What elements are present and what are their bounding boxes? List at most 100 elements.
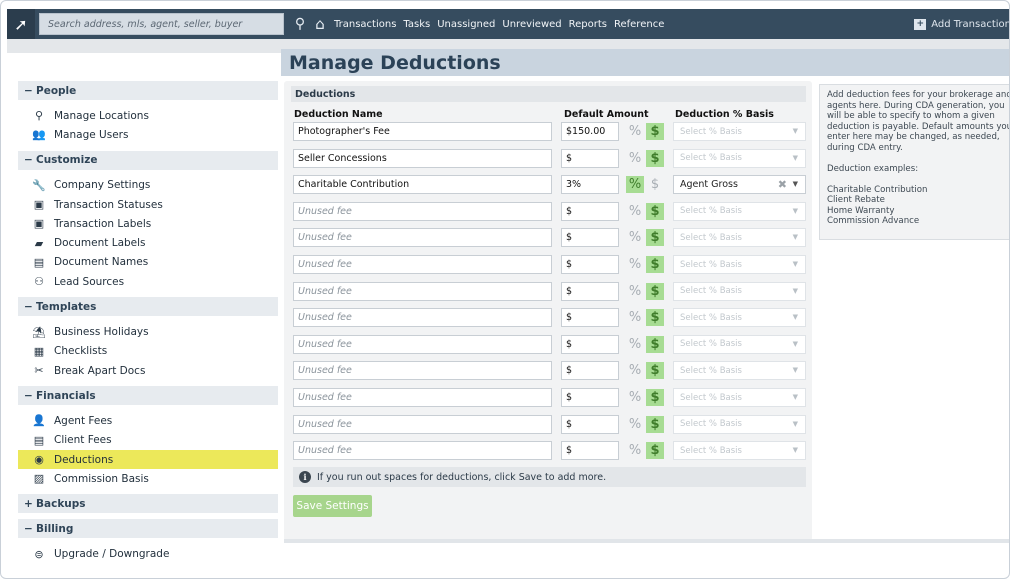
clear-selection-icon[interactable]: ✖ [778, 178, 787, 191]
dollar-toggle-icon[interactable]: $ [646, 202, 664, 220]
deduction-name-input[interactable]: Charitable Contribution [293, 175, 552, 195]
sidebar-section-financials[interactable]: − Financials [18, 386, 278, 406]
sidebar-section-billing[interactable]: − Billing [18, 519, 278, 539]
deduction-name-input[interactable]: Unused fee [293, 361, 552, 381]
default-amount-input[interactable]: $150.00 [561, 122, 619, 141]
deduction-name-input[interactable]: Unused fee [293, 255, 552, 274]
percent-toggle-icon[interactable]: % [626, 389, 644, 406]
default-amount-input[interactable]: $ [561, 201, 619, 221]
add-transaction-button[interactable]: + Add Transaction [914, 9, 1009, 39]
percent-basis-select[interactable]: Select % Basis ▼ [673, 201, 806, 221]
sidebar-section-people[interactable]: − People [18, 81, 278, 100]
nav-transactions[interactable]: Transactions [334, 19, 396, 30]
default-amount-input[interactable]: $ [561, 281, 619, 301]
nav-reports[interactable]: Reports [569, 19, 607, 30]
home-icon[interactable]: ⌂ [310, 13, 330, 35]
percent-basis-select[interactable]: Select % Basis ▼ [673, 281, 806, 301]
sidebar-item-transaction-labels[interactable]: ▣ Transaction Labels [18, 214, 278, 233]
percent-toggle-icon[interactable]: % [626, 256, 644, 273]
percent-basis-select[interactable]: Select % Basis ▼ [673, 388, 806, 407]
deduction-name-input[interactable]: Unused fee [293, 388, 552, 407]
sidebar-item-transaction-statuses[interactable]: ▣ Transaction Statuses [18, 195, 278, 214]
percent-basis-select[interactable]: Select % Basis ▼ [673, 122, 806, 141]
sidebar-item-checklists[interactable]: ▦ Checklists [18, 342, 278, 361]
percent-basis-select[interactable]: Select % Basis ▼ [673, 255, 806, 274]
dollar-toggle-icon[interactable]: $ [646, 176, 664, 193]
percent-basis-select[interactable]: Agent Gross ✖ ▼ [673, 175, 806, 195]
sidebar-section-templates[interactable]: − Templates [18, 297, 278, 317]
dollar-toggle-icon[interactable]: $ [646, 256, 664, 273]
deduction-name-input[interactable]: Unused fee [293, 281, 552, 301]
default-amount-input[interactable]: $ [561, 148, 619, 168]
deduction-name-input[interactable]: Seller Concessions [293, 148, 552, 168]
dollar-toggle-icon[interactable]: $ [646, 123, 664, 140]
percent-basis-select[interactable]: Select % Basis ▼ [673, 308, 806, 328]
sidebar-item-client-fees[interactable]: ▤ Client Fees [18, 431, 278, 450]
sidebar-item-deductions[interactable]: ◉ Deductions [18, 449, 278, 470]
dollar-toggle-icon[interactable]: $ [646, 309, 664, 327]
search-icon[interactable]: ⚲ [290, 13, 310, 35]
deduction-name-input[interactable]: Unused fee [293, 228, 552, 248]
percent-toggle-icon[interactable]: % [626, 309, 644, 326]
percent-toggle-icon[interactable]: % [626, 150, 644, 167]
default-amount-input[interactable]: $ [561, 255, 619, 274]
deduction-name-input[interactable]: Unused fee [293, 334, 552, 354]
percent-toggle-icon[interactable]: % [626, 203, 644, 220]
default-amount-input[interactable]: 3% [561, 175, 619, 195]
percent-basis-select[interactable]: Select % Basis ▼ [673, 414, 806, 434]
dollar-toggle-icon[interactable]: $ [646, 335, 664, 353]
sidebar-item-company-settings[interactable]: 🔧 Company Settings [18, 176, 278, 195]
default-amount-input[interactable]: $ [561, 414, 619, 434]
percent-toggle-icon[interactable]: % [626, 229, 644, 246]
dollar-toggle-icon[interactable]: $ [646, 282, 664, 300]
percent-toggle-icon[interactable]: % [626, 442, 644, 459]
sidebar-item-break-apart-docs[interactable]: ✂ Break Apart Docs [18, 361, 278, 380]
sidebar-item-lead-sources[interactable]: ⚇ Lead Sources [18, 272, 278, 291]
dollar-toggle-icon[interactable]: $ [646, 415, 664, 433]
percent-toggle-icon[interactable]: % [626, 283, 644, 300]
deduction-name-input[interactable]: Unused fee [293, 414, 552, 434]
nav-tasks[interactable]: Tasks [403, 19, 430, 30]
sidebar-item-business-holidays[interactable]: ⛱ Business Holidays [18, 322, 278, 341]
percent-basis-select[interactable]: Select % Basis ▼ [673, 334, 806, 354]
dollar-toggle-icon[interactable]: $ [646, 149, 664, 167]
sidebar-item-agent-fees[interactable]: 👤 Agent Fees [18, 411, 278, 430]
sidebar-item-manage-locations[interactable]: ⚲ Manage Locations [18, 106, 278, 125]
sidebar-section-backups[interactable]: + Backups [18, 494, 278, 514]
nav-reference[interactable]: Reference [614, 19, 664, 30]
percent-basis-select[interactable]: Select % Basis ▼ [673, 441, 806, 461]
deduction-name-input[interactable]: Unused fee [293, 201, 552, 221]
sidebar-item-commission-basis[interactable]: ▨ Commission Basis [18, 469, 278, 488]
percent-toggle-icon[interactable]: % [626, 176, 644, 194]
dollar-toggle-icon[interactable]: $ [646, 442, 664, 460]
percent-toggle-icon[interactable]: % [626, 362, 644, 379]
app-logo-icon[interactable]: ➚ [7, 9, 35, 39]
nav-unassigned[interactable]: Unassigned [437, 19, 495, 30]
save-settings-button[interactable]: Save Settings [293, 495, 372, 517]
sidebar-item-upgrade-downgrade[interactable]: ⊜ Upgrade / Downgrade [18, 544, 278, 563]
deduction-name-input[interactable]: Photographer's Fee [293, 122, 552, 141]
percent-basis-select[interactable]: Select % Basis ▼ [673, 148, 806, 168]
search-input[interactable]: Search address, mls, agent, seller, buye… [39, 13, 284, 35]
dollar-toggle-icon[interactable]: $ [646, 389, 664, 406]
nav-unreviewed[interactable]: Unreviewed [502, 19, 561, 30]
sidebar-item-manage-users[interactable]: 👥 Manage Users [18, 125, 278, 144]
percent-toggle-icon[interactable]: % [626, 123, 644, 140]
default-amount-input[interactable]: $ [561, 388, 619, 407]
percent-basis-select[interactable]: Select % Basis ▼ [673, 228, 806, 248]
sidebar-item-document-labels[interactable]: ▰ Document Labels [18, 233, 278, 252]
default-amount-input[interactable]: $ [561, 308, 619, 328]
default-amount-input[interactable]: $ [561, 228, 619, 248]
deduction-name-input[interactable]: Unused fee [293, 441, 552, 461]
sidebar-item-document-names[interactable]: ▤ Document Names [18, 253, 278, 272]
default-amount-input[interactable]: $ [561, 361, 619, 381]
default-amount-input[interactable]: $ [561, 334, 619, 354]
deduction-name-input[interactable]: Unused fee [293, 308, 552, 328]
percent-toggle-icon[interactable]: % [626, 416, 644, 433]
default-amount-input[interactable]: $ [561, 441, 619, 461]
dollar-toggle-icon[interactable]: $ [646, 229, 664, 247]
dollar-toggle-icon[interactable]: $ [646, 362, 664, 380]
sidebar-section-customize[interactable]: − Customize [18, 150, 278, 170]
percent-basis-select[interactable]: Select % Basis ▼ [673, 361, 806, 381]
percent-toggle-icon[interactable]: % [626, 336, 644, 353]
